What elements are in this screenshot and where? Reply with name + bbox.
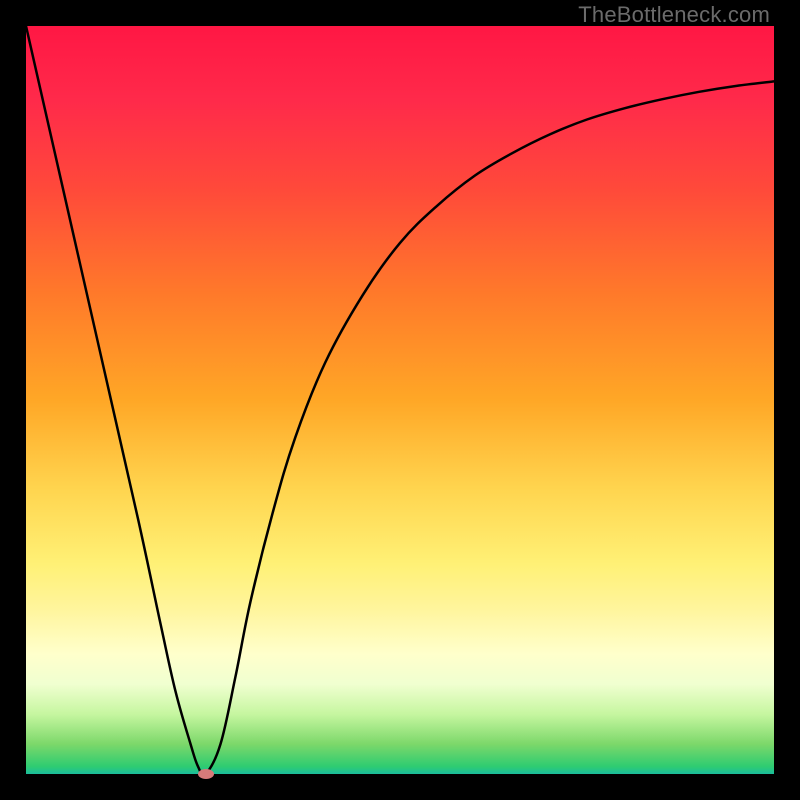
min-marker-dot (198, 769, 214, 779)
bottleneck-curve (26, 26, 774, 774)
chart-frame: TheBottleneck.com (0, 0, 800, 800)
plot-area (26, 26, 774, 774)
watermark-text: TheBottleneck.com (578, 2, 770, 28)
